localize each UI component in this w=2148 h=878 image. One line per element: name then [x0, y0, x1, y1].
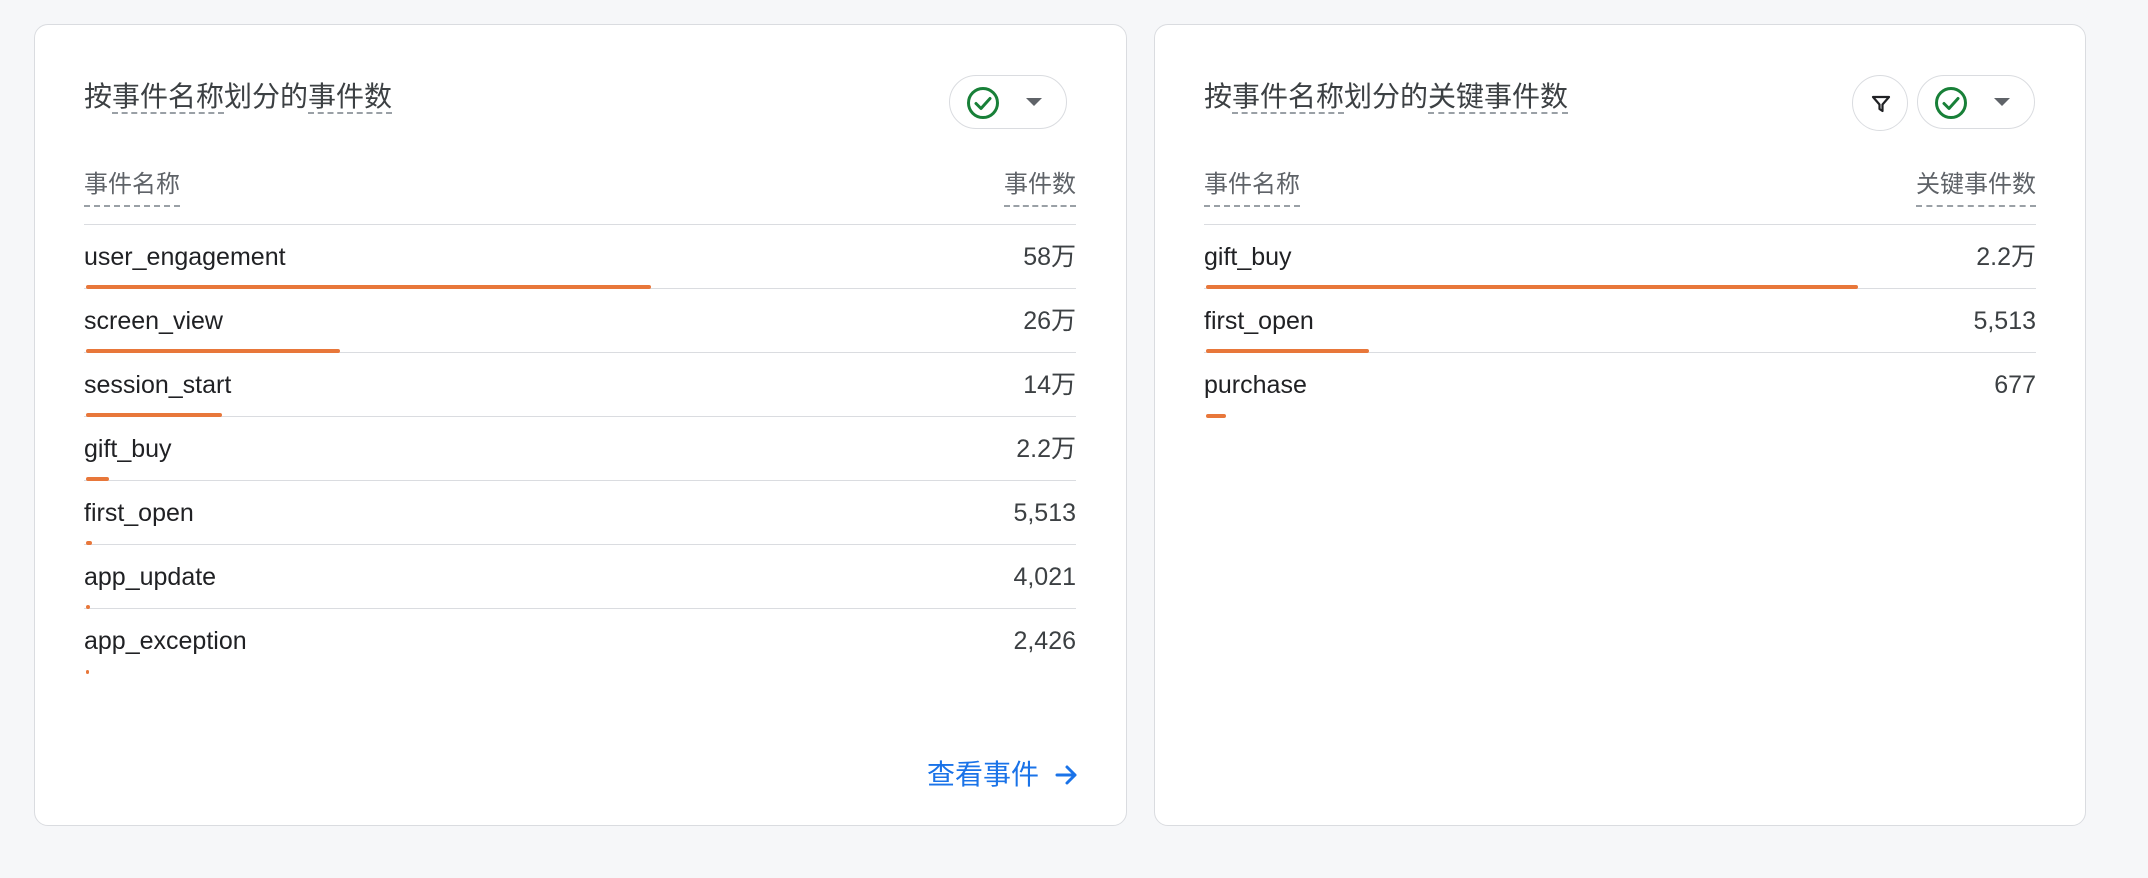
table-row[interactable]: gift_buy 2.2万 — [1204, 225, 2036, 289]
event-name: session_start — [84, 371, 232, 399]
table-header: 事件名称 事件数 — [84, 165, 1076, 225]
event-name: purchase — [1204, 371, 1307, 399]
event-name: gift_buy — [1204, 243, 1292, 271]
column-header-event-name[interactable]: 事件名称 — [84, 165, 180, 207]
value-bar — [1206, 414, 1226, 418]
event-value: 58万 — [1023, 243, 1076, 271]
event-value: 4,021 — [1013, 563, 1076, 591]
event-value: 14万 — [1023, 371, 1076, 399]
event-value: 2,426 — [1013, 627, 1076, 655]
check-circle-icon — [1935, 87, 1967, 119]
event-name: first_open — [1204, 307, 1314, 335]
table-header: 事件名称 关键事件数 — [1204, 165, 2036, 225]
event-value: 2.2万 — [1976, 243, 2036, 271]
event-value: 677 — [1994, 371, 2036, 399]
events-by-name-card: 按事件名称划分的事件数 事件名称 事件数 user_engagement 58万 s… — [34, 24, 1127, 826]
table-row[interactable]: app_exception 2,426 — [84, 609, 1076, 674]
event-name: user_engagement — [84, 243, 286, 271]
table-row[interactable]: app_update 4,021 — [84, 545, 1076, 609]
event-name: first_open — [84, 499, 194, 527]
event-value: 2.2万 — [1016, 435, 1076, 463]
caret-down-icon — [1026, 98, 1042, 106]
table-row[interactable]: gift_buy 2.2万 — [84, 417, 1076, 481]
arrow-right-icon — [1055, 765, 1077, 785]
value-bar — [86, 670, 89, 674]
table-row[interactable]: screen_view 26万 — [84, 289, 1076, 353]
column-header-event-name[interactable]: 事件名称 — [1204, 165, 1300, 207]
view-events-link[interactable]: 查看事件 — [927, 755, 1081, 795]
check-circle-icon — [967, 87, 999, 119]
title-metric-link[interactable]: 关键事件数 — [1428, 81, 1569, 114]
title-metric-link[interactable]: 事件数 — [308, 81, 393, 114]
caret-down-icon — [1994, 98, 2010, 106]
comparison-dropdown[interactable] — [949, 75, 1067, 129]
filter-button[interactable] — [1852, 75, 1908, 131]
event-name: app_exception — [84, 627, 247, 655]
table-row[interactable]: session_start 14万 — [84, 353, 1076, 417]
card-title: 按事件名称划分的事件数 — [84, 81, 393, 114]
key-events-by-name-card: 按事件名称划分的关键事件数 事件名称 关键事件数 gift_buy 2.2万 fir… — [1154, 24, 2086, 826]
event-name: screen_view — [84, 307, 223, 335]
event-name: app_update — [84, 563, 217, 591]
event-value: 26万 — [1023, 307, 1076, 335]
column-header-key-event-count[interactable]: 关键事件数 — [1916, 165, 2036, 207]
table-row[interactable]: first_open 5,513 — [1204, 289, 2036, 353]
table-row[interactable]: purchase 677 — [1204, 353, 2036, 418]
card-title: 按事件名称划分的关键事件数 — [1204, 81, 1569, 114]
event-name: gift_buy — [84, 435, 172, 463]
column-header-event-count[interactable]: 事件数 — [1004, 165, 1076, 207]
comparison-dropdown[interactable] — [1917, 75, 2035, 129]
filter-icon — [1871, 95, 1891, 113]
title-dimension-link[interactable]: 事件名称 — [112, 81, 225, 114]
table-row[interactable]: user_engagement 58万 — [84, 225, 1076, 289]
table-row[interactable]: first_open 5,513 — [84, 481, 1076, 545]
event-value: 5,513 — [1973, 307, 2036, 335]
event-value: 5,513 — [1013, 499, 1076, 527]
title-dimension-link[interactable]: 事件名称 — [1232, 81, 1345, 114]
